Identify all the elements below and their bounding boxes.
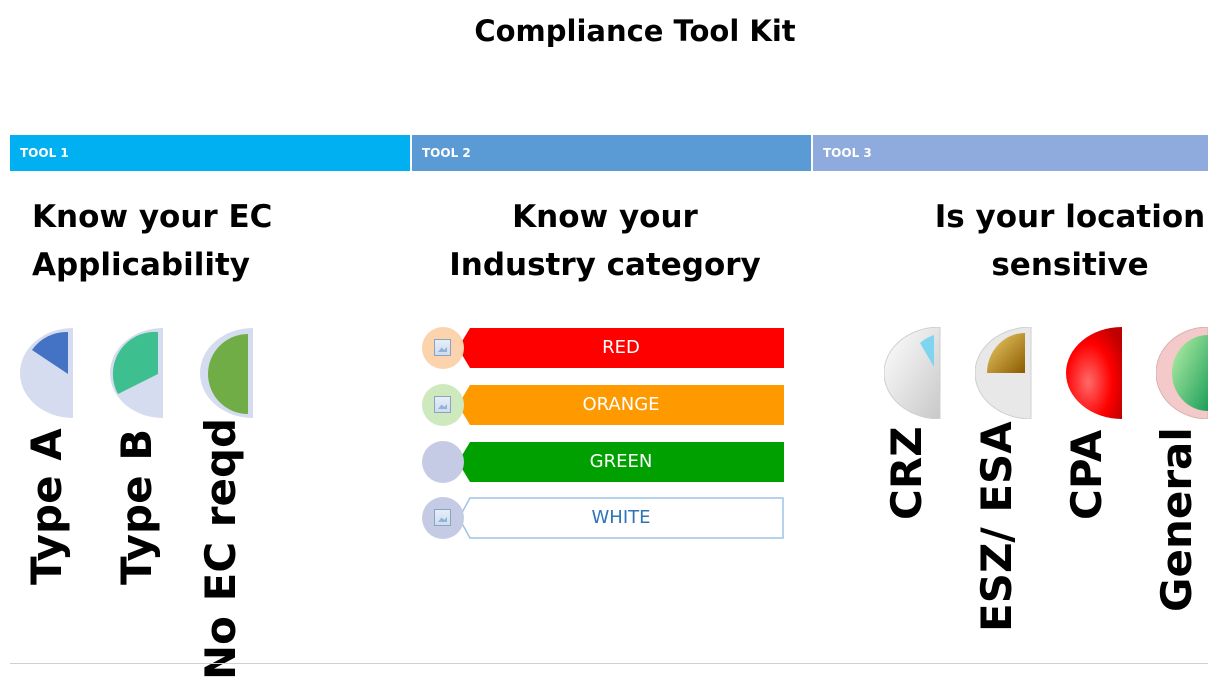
tool-1-heading: Know your EC Applicability [32, 193, 392, 289]
page-title: Compliance Tool Kit [474, 14, 796, 48]
tool-1-header: TOOL 1 [10, 135, 410, 171]
tool-3-heading-line1: Is your location [934, 199, 1206, 235]
orange-bullet [422, 384, 464, 426]
label-crz: CRZ [882, 426, 931, 520]
picture-placeholder-icon [434, 396, 451, 413]
tool-2-heading-line1: Know your [512, 199, 698, 235]
tool-2-heading-line2: Industry category [449, 247, 761, 283]
category-white-label: WHITE [591, 507, 651, 528]
gold-gauge-icon [975, 327, 1032, 419]
category-green-bar: GREEN [458, 442, 784, 482]
red-gauge-icon [1066, 327, 1122, 419]
category-white-bar: WHITE [458, 497, 784, 539]
label-type-a: Type A [22, 428, 71, 585]
red-bullet [422, 327, 464, 369]
category-red-bar: RED [458, 328, 784, 368]
tool-3-heading-line2: sensitive [991, 247, 1149, 283]
tool-2-header: TOOL 2 [412, 135, 811, 171]
picture-placeholder-icon [434, 509, 451, 526]
tool-2-heading: Know your Industry category [405, 193, 805, 289]
half-circle-icon [200, 328, 253, 418]
pie-quarter-icon [20, 328, 73, 418]
category-orange-bar: ORANGE [458, 385, 784, 425]
label-type-b: Type B [112, 428, 161, 585]
tool-1-heading-line2: Applicability [32, 247, 251, 283]
label-no-ec-reqd: No EC reqd [196, 417, 245, 680]
label-cpa: CPA [1062, 429, 1111, 520]
silver-gauge-icon [884, 327, 941, 419]
green-bullet [422, 441, 464, 483]
tool-3-heading: Is your location sensitive [880, 193, 1208, 289]
label-general: General [1152, 427, 1201, 612]
white-bullet [422, 497, 464, 539]
tool-1-heading-line1: Know your EC [32, 199, 273, 235]
bottom-divider [10, 663, 1208, 664]
pie-third-icon [110, 328, 163, 418]
tool-3-header: TOOL 3 [813, 135, 1208, 171]
green-gauge-icon [1156, 327, 1208, 419]
picture-placeholder-icon [434, 339, 451, 356]
label-esz-esa: ESZ/ ESA [972, 421, 1021, 632]
